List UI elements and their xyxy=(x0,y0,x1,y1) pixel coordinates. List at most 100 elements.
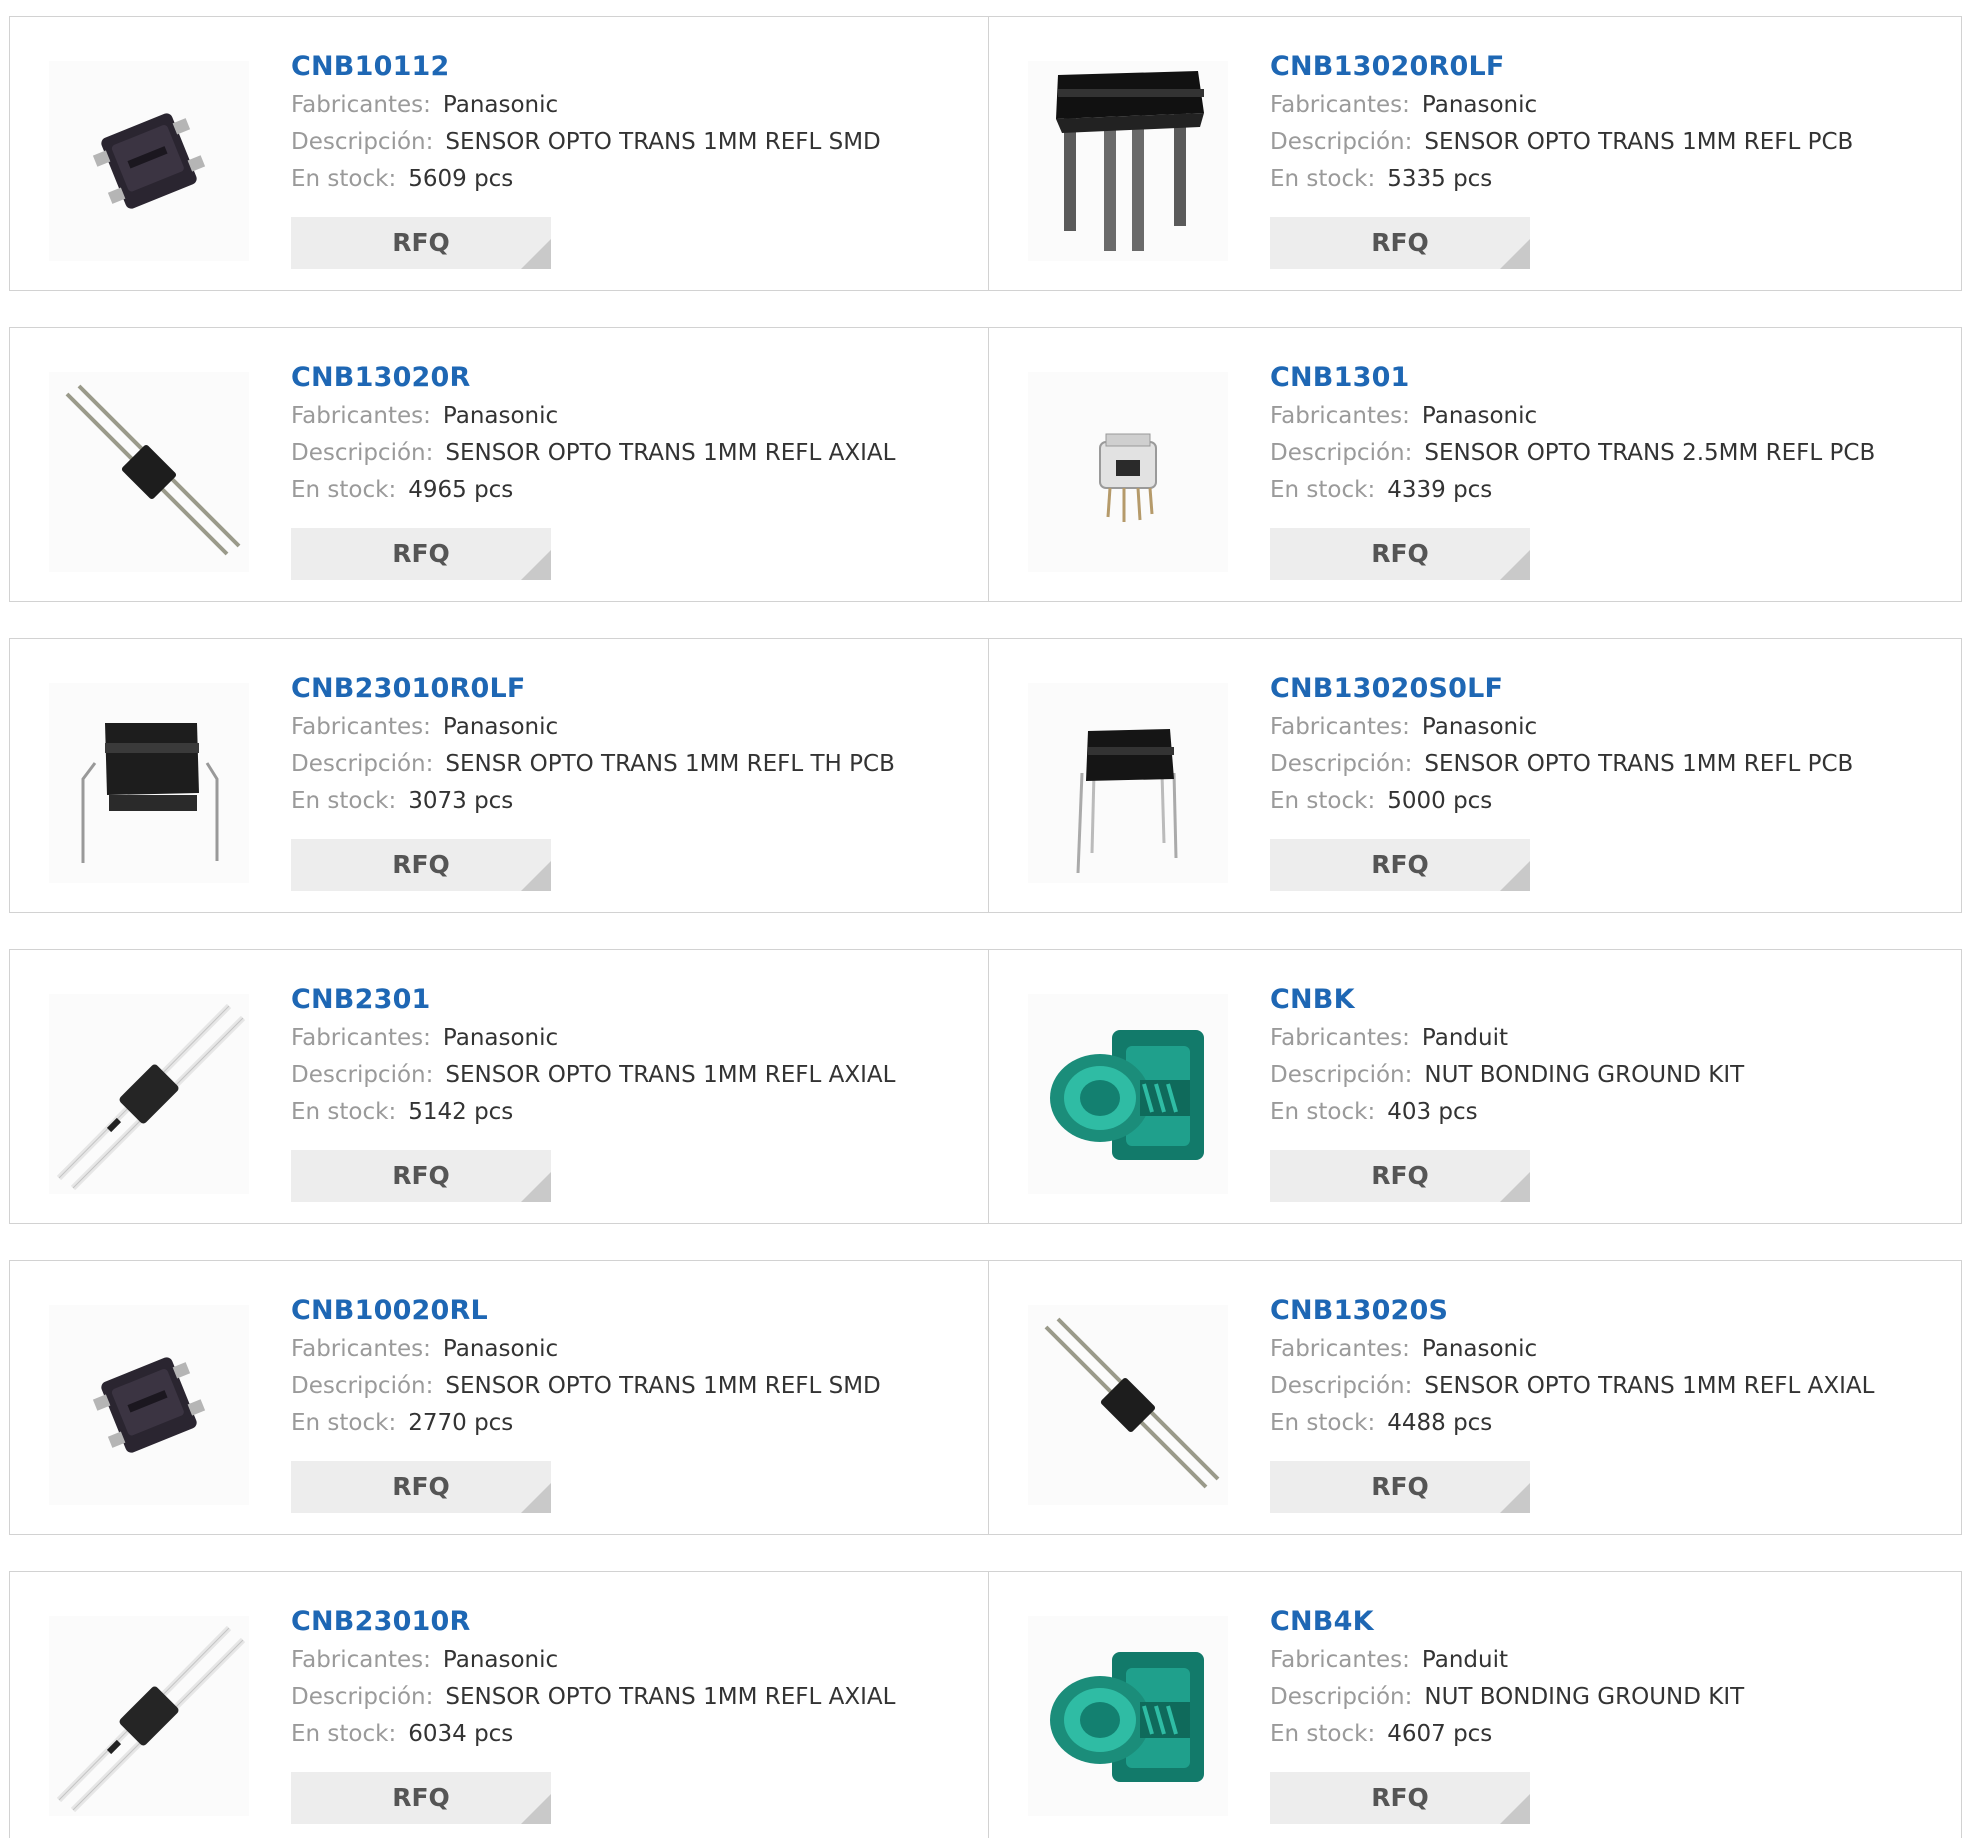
manufacturer-line: Fabricantes: Panasonic xyxy=(291,1642,895,1679)
rfq-button[interactable]: RFQ xyxy=(291,839,551,891)
product-info: CNBK Fabricantes: Panduit Descripción: NUT… xyxy=(1270,980,1744,1131)
corner-triangle-icon xyxy=(1500,861,1530,891)
rfq-button[interactable]: RFQ xyxy=(1270,528,1530,580)
manufacturer-line: Fabricantes: Panasonic xyxy=(291,87,881,124)
pcb-sensor-tall-icon[interactable] xyxy=(1028,61,1228,261)
product-card: CNB13020S0LF Fabricantes: Panasonic Descr… xyxy=(988,639,1962,912)
stock-line: En stock: 4488 pcs xyxy=(1270,1405,1874,1442)
stock-value: 4607 pcs xyxy=(1387,1721,1493,1747)
axial-sensor-icon[interactable] xyxy=(1028,1305,1228,1505)
stock-line: En stock: 4339 pcs xyxy=(1270,472,1875,509)
rfq-button[interactable]: RFQ xyxy=(1270,1461,1530,1513)
manufacturer-value: Panasonic xyxy=(1421,403,1538,429)
rfq-button[interactable]: RFQ xyxy=(291,217,551,269)
product-info: CNB23010R0LF Fabricantes: Panasonic Descr… xyxy=(291,669,895,820)
manufacturer-label: Fabricantes: xyxy=(291,92,431,118)
manufacturer-value: Panasonic xyxy=(442,92,559,118)
th-pcb-sensor-icon[interactable] xyxy=(49,683,249,883)
stock-line: En stock: 5609 pcs xyxy=(291,161,881,198)
description-line: Descripción: SENSOR OPTO TRANS 1MM REFL A… xyxy=(291,1057,895,1094)
description-label: Descripción: xyxy=(1270,129,1413,155)
description-line: Descripción: SENSOR OPTO TRANS 2.5MM REFL… xyxy=(1270,435,1875,472)
part-number-link[interactable]: CNBK xyxy=(1270,980,1744,1020)
part-number-link[interactable]: CNB13020S0LF xyxy=(1270,669,1853,709)
description-label: Descripción: xyxy=(291,129,434,155)
manufacturer-value: Panasonic xyxy=(442,1647,559,1673)
stock-label: En stock: xyxy=(1270,1721,1376,1747)
green-nut-bolt-icon[interactable] xyxy=(1028,994,1228,1194)
part-number-link[interactable]: CNB13020R0LF xyxy=(1270,47,1853,87)
rfq-label: RFQ xyxy=(392,228,450,257)
axial-white-lead-sensor-icon[interactable] xyxy=(49,994,249,1194)
description-line: Descripción: SENSR OPTO TRANS 1MM REFL TH… xyxy=(291,746,895,783)
product-info: CNB13020R Fabricantes: Panasonic Descripc… xyxy=(291,358,895,509)
part-number-link[interactable]: CNB1301 xyxy=(1270,358,1875,398)
corner-triangle-icon xyxy=(521,1483,551,1513)
rfq-label: RFQ xyxy=(392,850,450,879)
description-value: SENSOR OPTO TRANS 2.5MM REFL PCB xyxy=(1424,440,1876,466)
product-card: CNB2301 Fabricantes: Panasonic Descripció… xyxy=(10,950,988,1223)
rfq-button[interactable]: RFQ xyxy=(1270,1150,1530,1202)
description-label: Descripción: xyxy=(1270,440,1413,466)
clear-sensor-icon[interactable] xyxy=(1028,372,1228,572)
part-number-link[interactable]: CNB4K xyxy=(1270,1602,1744,1642)
axial-sensor-icon[interactable] xyxy=(49,372,249,572)
axial-white-lead-sensor-icon[interactable] xyxy=(49,1616,249,1816)
smd-chip-icon[interactable] xyxy=(49,61,249,261)
stock-value: 2770 pcs xyxy=(408,1410,514,1436)
stock-value: 4339 pcs xyxy=(1387,477,1493,503)
manufacturer-value: Panasonic xyxy=(1421,92,1538,118)
rfq-button[interactable]: RFQ xyxy=(1270,217,1530,269)
part-number-link[interactable]: CNB2301 xyxy=(291,980,895,1020)
rfq-label: RFQ xyxy=(1371,850,1429,879)
rfq-button[interactable]: RFQ xyxy=(1270,1772,1530,1824)
product-info: CNB13020R0LF Fabricantes: Panasonic Descr… xyxy=(1270,47,1853,198)
description-value: SENSOR OPTO TRANS 1MM REFL AXIAL xyxy=(1424,1373,1875,1399)
rfq-button[interactable]: RFQ xyxy=(1270,839,1530,891)
product-card: CNB10112 Fabricantes: Panasonic Descripci… xyxy=(10,17,988,290)
pcb-sensor-icon[interactable] xyxy=(1028,683,1228,883)
part-number-link[interactable]: CNB23010R xyxy=(291,1602,895,1642)
smd-chip-icon[interactable] xyxy=(49,1305,249,1505)
stock-label: En stock: xyxy=(1270,166,1376,192)
stock-line: En stock: 3073 pcs xyxy=(291,783,895,820)
manufacturer-value: Panduit xyxy=(1421,1647,1508,1673)
manufacturer-label: Fabricantes: xyxy=(1270,403,1410,429)
stock-value: 5335 pcs xyxy=(1387,166,1493,192)
part-number-link[interactable]: CNB10112 xyxy=(291,47,881,87)
manufacturer-line: Fabricantes: Panasonic xyxy=(1270,1331,1874,1368)
stock-value: 403 pcs xyxy=(1387,1099,1478,1125)
manufacturer-line: Fabricantes: Panasonic xyxy=(291,1331,881,1368)
description-label: Descripción: xyxy=(291,1373,434,1399)
rfq-button[interactable]: RFQ xyxy=(291,1461,551,1513)
corner-triangle-icon xyxy=(521,861,551,891)
description-value: NUT BONDING GROUND KIT xyxy=(1424,1062,1745,1088)
product-row: CNB2301 Fabricantes: Panasonic Descripció… xyxy=(9,949,1962,1224)
part-number-link[interactable]: CNB10020RL xyxy=(291,1291,881,1331)
product-card: CNB23010R0LF Fabricantes: Panasonic Descr… xyxy=(10,639,988,912)
stock-label: En stock: xyxy=(1270,1099,1376,1125)
part-number-link[interactable]: CNB23010R0LF xyxy=(291,669,895,709)
product-info: CNB10112 Fabricantes: Panasonic Descripci… xyxy=(291,47,881,198)
stock-label: En stock: xyxy=(291,1721,397,1747)
part-number-link[interactable]: CNB13020R xyxy=(291,358,895,398)
corner-triangle-icon xyxy=(1500,1483,1530,1513)
stock-line: En stock: 5142 pcs xyxy=(291,1094,895,1131)
manufacturer-line: Fabricantes: Panasonic xyxy=(1270,709,1853,746)
stock-line: En stock: 403 pcs xyxy=(1270,1094,1744,1131)
description-label: Descripción: xyxy=(1270,1373,1413,1399)
green-nut-bolt-icon[interactable] xyxy=(1028,1616,1228,1816)
rfq-label: RFQ xyxy=(392,539,450,568)
rfq-button[interactable]: RFQ xyxy=(291,1772,551,1824)
rfq-label: RFQ xyxy=(392,1472,450,1501)
rfq-button[interactable]: RFQ xyxy=(291,528,551,580)
description-label: Descripción: xyxy=(1270,1062,1413,1088)
manufacturer-value: Panasonic xyxy=(442,1336,559,1362)
part-number-link[interactable]: CNB13020S xyxy=(1270,1291,1874,1331)
product-info: CNB4K Fabricantes: Panduit Descripción: NU… xyxy=(1270,1602,1744,1753)
description-value: SENSOR OPTO TRANS 1MM REFL AXIAL xyxy=(445,440,896,466)
description-line: Descripción: NUT BONDING GROUND KIT xyxy=(1270,1679,1744,1716)
rfq-button[interactable]: RFQ xyxy=(291,1150,551,1202)
description-label: Descripción: xyxy=(1270,1684,1413,1710)
product-row: CNB23010R0LF Fabricantes: Panasonic Descr… xyxy=(9,638,1962,913)
